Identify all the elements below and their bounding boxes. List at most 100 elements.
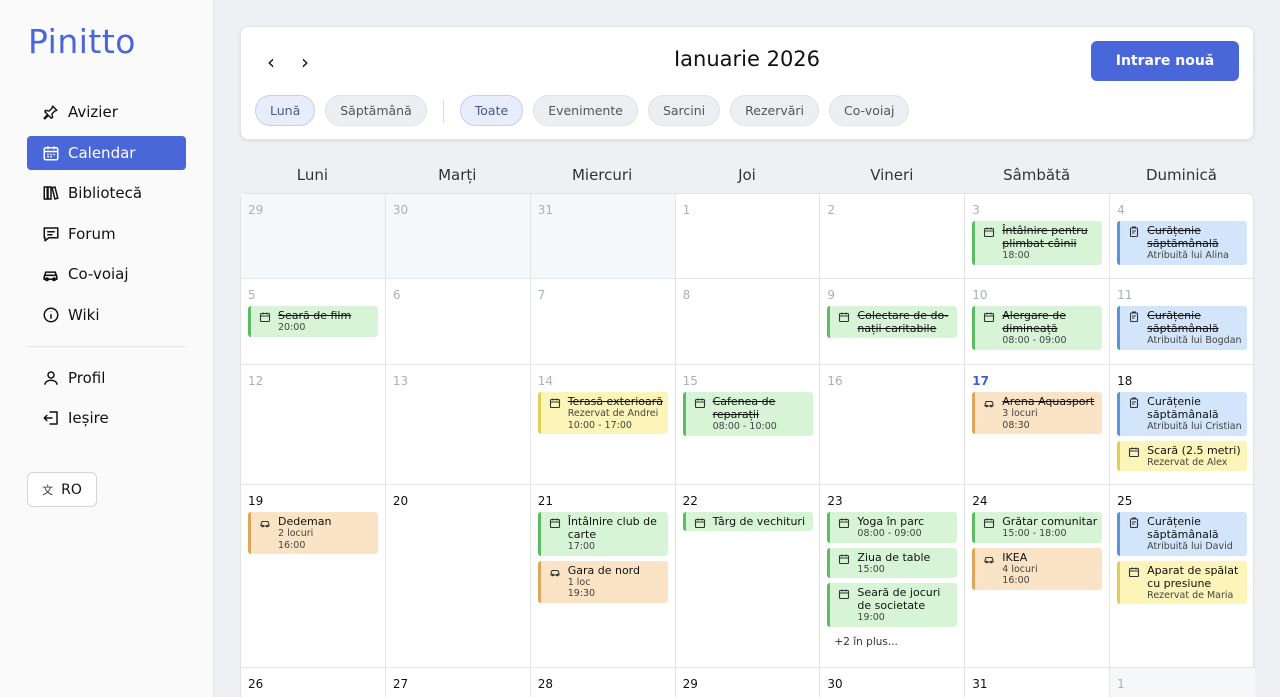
day-cell[interactable]: 5 Seară de film 20:00 (241, 279, 386, 365)
day-cell[interactable]: 28 (531, 668, 676, 697)
language-button[interactable]: 文 RO (27, 472, 97, 507)
day-cell[interactable]: 10 Alergare de dimineață 08:00 - 09:00 (965, 279, 1111, 365)
calendar-icon (838, 553, 850, 565)
sidebar-item-wiki[interactable]: Wiki (27, 298, 186, 332)
calendar-entry[interactable]: Scară (2.5 metri) Rezervat de Alex (1117, 440, 1248, 471)
calendar-entry[interactable]: Terasă exterioară Rezervat de Andrei 10:00… (537, 392, 668, 434)
filter-rides-chip[interactable]: Co-voiaj (829, 95, 910, 126)
weekday-label: Vineri (870, 166, 914, 184)
calendar-entry[interactable]: Curățenie săptămânală Atribuită lui Alina (1117, 221, 1248, 265)
day-cell[interactable]: 30 (385, 194, 531, 279)
day-cell[interactable]: 1 (1110, 668, 1255, 697)
calendar-entry[interactable]: Colectare de do-nații caritabile (827, 306, 958, 338)
calendar-entry[interactable]: Arena Aquasport 3 locuri 08:30 (972, 392, 1103, 434)
day-cell[interactable]: 20 (385, 485, 531, 668)
calendar-entry[interactable]: Gara de nord 1 loc 19:30 (537, 560, 668, 603)
day-cell[interactable]: 18 Curățenie săptămânală Atribuită lui Cri… (1110, 365, 1255, 485)
entry-title: Ziua de table (857, 550, 931, 564)
calendar-entry[interactable]: Cafenea de reparații 08:00 - 10:00 (682, 392, 813, 436)
day-cell[interactable]: 15 Cafenea de reparații 08:00 - 10:00 (675, 365, 821, 485)
day-cell[interactable]: 19 Dedeman 2 locuri 16:00 (241, 485, 386, 668)
day-cell[interactable]: 24 Grătar comunitar 15:00 - 18:00 IKEA 4 loc… (965, 485, 1111, 668)
day-cell[interactable]: 9 Colectare de do-nații caritabile (820, 279, 966, 365)
day-cell[interactable]: 4 Curățenie săptămânală Atribuită lui Alin… (1110, 194, 1255, 279)
calendar-entry[interactable]: Alergare de dimineață 08:00 - 09:00 (972, 306, 1103, 350)
day-cell[interactable]: 13 (385, 365, 531, 485)
day-number: 24 (972, 494, 988, 508)
day-cell[interactable]: 29 (241, 194, 386, 279)
sidebar-nav: Avizier Calendar Bibliotecă Forum Co-voi… (27, 95, 186, 442)
new-entry-button[interactable]: Intrare nouă (1091, 41, 1239, 81)
day-cell[interactable]: 16 (820, 365, 966, 485)
calendar-entry[interactable]: Seară de jocuri de societate 19:00 (827, 583, 958, 627)
app-logo[interactable]: Pinitto (28, 22, 136, 61)
day-cell[interactable]: 3 Întâlnire pentru plimbat câinii 18:00 (965, 194, 1111, 279)
filter-tasks-chip[interactable]: Sarcini (647, 95, 721, 126)
calendar-entry[interactable]: Seară de film 20:00 (248, 306, 378, 337)
day-cell[interactable]: 7 (530, 279, 676, 365)
filter-events-chip[interactable]: Evenimente (533, 95, 638, 126)
day-cell[interactable]: 23 Yoga în parc 08:00 - 09:00 Ziua de table… (820, 485, 966, 668)
day-cell[interactable]: 14 Terasă exterioară Rezervat de Andrei 10:… (530, 365, 676, 485)
calendar-entry[interactable]: Curățenie săptămânală Atribuită lui Bogda… (1117, 306, 1248, 350)
language-label: RO (61, 481, 82, 498)
day-cell[interactable]: 26 (241, 668, 386, 697)
day-cell[interactable]: 25 Curățenie săptămânală Atribuită lui Dav… (1110, 485, 1255, 668)
calendar-entry[interactable]: Întâlnire pentru plimbat câinii 18:00 (972, 221, 1103, 265)
day-number: 11 (1117, 288, 1133, 302)
calendar-entry[interactable]: Aparat de spălat cu presiune Rezervat de … (1117, 560, 1248, 604)
view-month-chip[interactable]: Lună (255, 95, 316, 126)
prev-month-button[interactable]: ‹ (259, 49, 283, 75)
car-icon (41, 265, 60, 284)
view-week-chip[interactable]: Săptămână (325, 95, 427, 126)
day-number: 26 (248, 677, 264, 691)
day-cell[interactable]: 31 (965, 668, 1111, 697)
sidebar-item-iesire[interactable]: Ieșire (27, 401, 186, 435)
sidebar-item-avizier[interactable]: Avizier (27, 95, 186, 129)
calendar-entry[interactable]: Dedeman 2 locuri 16:00 (248, 512, 378, 554)
calendar-entry[interactable]: Curățenie săptămânală Atribuită lui Crist… (1117, 392, 1248, 436)
sidebar-item-forum[interactable]: Forum (27, 217, 186, 251)
calendar-entry[interactable]: Grătar comunitar 15:00 - 18:00 (972, 512, 1103, 543)
car-icon (983, 397, 995, 409)
day-cell[interactable]: 6 (385, 279, 531, 365)
calendar-entry[interactable]: Yoga în parc 08:00 - 09:00 (827, 512, 958, 543)
day-number: 30 (827, 677, 843, 691)
day-cell[interactable]: 21 Întâlnire club de carte 17:00 Gara de no… (530, 485, 676, 668)
sidebar-item-calendar[interactable]: Calendar (27, 135, 186, 170)
today-day-number: 17 (972, 374, 989, 388)
calendar-entry[interactable]: Ziua de table 15:00 (827, 547, 958, 578)
weekday-label: Joi (738, 166, 756, 184)
day-cell[interactable]: 1 (675, 194, 821, 279)
sidebar-item-biblioteca[interactable]: Bibliotecă (27, 176, 186, 210)
calendar-icon (694, 397, 706, 409)
calendar-entry[interactable]: Curățenie săptămânală Atribuită lui David (1117, 512, 1248, 556)
day-cell[interactable]: 17 Arena Aquasport 3 locuri 08:30 (965, 365, 1111, 485)
more-entries-link[interactable]: +2 în plus... (834, 636, 897, 648)
entry-title: Dedeman (278, 515, 332, 528)
day-cell[interactable]: 11 Curățenie săptămânală Atribuită lui Bog… (1110, 279, 1255, 365)
entry-title: Curățenie săptămânală (1147, 224, 1219, 250)
day-cell[interactable]: 2 (820, 194, 966, 279)
calendar-entry[interactable]: Târg de vechituri (682, 512, 813, 531)
calendar-entry[interactable]: Întâlnire club de carte 17:00 (537, 512, 668, 556)
next-month-button[interactable]: › (293, 49, 317, 75)
sidebar-item-label: Calendar (68, 143, 136, 162)
sidebar-item-co-voiaj[interactable]: Co-voiaj (27, 257, 186, 291)
sidebar-item-profil[interactable]: Profil (27, 361, 186, 395)
entry-detail: 08:00 - 09:00 (1002, 335, 1067, 346)
day-cell[interactable]: 30 (820, 668, 966, 697)
day-number: 19 (248, 494, 264, 508)
day-cell[interactable]: 31 (530, 194, 676, 279)
day-cell[interactable]: 8 (675, 279, 821, 365)
calendar-icon (983, 311, 995, 323)
task-icon (1128, 397, 1140, 409)
filter-all-chip[interactable]: Toate (459, 95, 524, 126)
day-cell[interactable]: 12 (241, 365, 386, 485)
day-cell[interactable]: 27 (386, 668, 531, 697)
day-cell[interactable]: 22 Târg de vechituri (675, 485, 821, 668)
calendar-icon (1128, 566, 1140, 578)
calendar-entry[interactable]: IKEA 4 locuri 16:00 (972, 547, 1103, 590)
filter-bookings-chip[interactable]: Rezervări (730, 95, 820, 126)
day-cell[interactable]: 29 (676, 668, 821, 697)
